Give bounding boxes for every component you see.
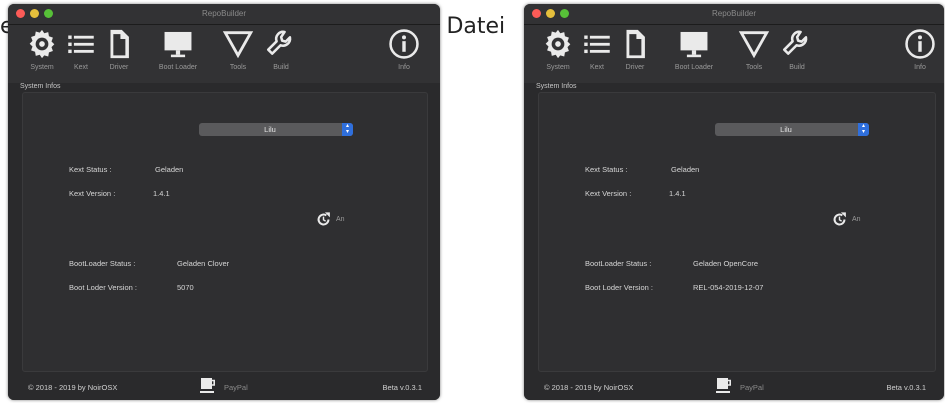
version-text: Beta v.0.3.1 xyxy=(382,383,422,392)
system-infos-panel: Lilu ▴ ▾ Kext Status : Geladen Kext Versi… xyxy=(538,92,936,372)
boot-version-value: REL-054-2019-12-07 xyxy=(693,283,764,292)
document-icon xyxy=(110,29,129,59)
monitor-icon xyxy=(680,31,708,58)
kext-status-value: Geladen xyxy=(671,165,700,174)
kext-version-label: Kext Version : xyxy=(69,189,116,198)
toolbar-label: Boot Loader xyxy=(158,64,198,71)
section-label: System Infos xyxy=(20,83,61,90)
bootloader-status-value: Geladen OpenCore xyxy=(693,259,759,268)
toolbar-label: Build xyxy=(273,64,289,71)
list-icon xyxy=(68,35,94,54)
toolbar-label: Info xyxy=(914,64,926,71)
paypal-label: PayPal xyxy=(224,383,248,392)
toolbar-label: Tools xyxy=(745,64,763,71)
gear-icon xyxy=(545,29,571,59)
toolbar-info-button[interactable]: Info xyxy=(384,27,424,71)
refresh-icon xyxy=(317,212,330,226)
toolbar-label: Build xyxy=(789,64,805,71)
boot-version-value: 5070 xyxy=(177,283,194,292)
paypal-label: PayPal xyxy=(740,383,764,392)
list-icon xyxy=(584,35,610,54)
copyright-text: © 2018 - 2019 by NoirOSX xyxy=(28,383,118,392)
kext-dropdown[interactable]: Lilu ▴ ▾ xyxy=(199,123,353,136)
footer: © 2018 - 2019 by NoirOSX PayPal Beta v.0… xyxy=(524,374,944,400)
kext-status-label: Kext Status : xyxy=(585,165,628,174)
toolbar-system-button[interactable]: System xyxy=(20,27,64,71)
kext-dropdown[interactable]: Lilu ▴ ▾ xyxy=(715,123,869,136)
coffee-cup-icon xyxy=(716,378,731,393)
toolbar-boot-loader-button[interactable]: Boot Loader xyxy=(664,27,724,71)
system-infos-panel: Lilu ▴ ▾ Kext Status : Geladen Kext Versi… xyxy=(22,92,428,372)
footer: © 2018 - 2019 by NoirOSX PayPal Beta v.0… xyxy=(8,374,440,400)
bootloader-status-label: BootLoader Status : xyxy=(585,259,652,268)
info-icon xyxy=(905,29,935,59)
coffee-cup-icon xyxy=(200,378,215,393)
wrench-icon xyxy=(266,30,292,55)
toolbar-boot-loader-button[interactable]: Boot Loader xyxy=(148,27,208,71)
document-icon xyxy=(626,29,645,59)
toolbar-build-button[interactable]: Build xyxy=(262,27,300,71)
toolbar-label: System xyxy=(546,64,570,71)
triangle-icon xyxy=(738,31,770,59)
toolbar-driver-button[interactable]: Driver xyxy=(100,27,138,71)
toolbar-label: System xyxy=(30,64,54,71)
toolbar-label: Driver xyxy=(109,64,129,71)
refresh-button[interactable]: An xyxy=(831,211,861,228)
toolbar: System Kext Driver Boot Loader Tools Bui… xyxy=(8,25,440,83)
toolbar-info-button[interactable]: Info xyxy=(900,27,940,71)
toolbar-kext-button[interactable]: Kext xyxy=(580,27,614,71)
toolbar-label: Tools xyxy=(229,64,247,71)
refresh-label: An xyxy=(852,216,861,223)
wrench-icon xyxy=(782,30,808,55)
bootloader-status-label: BootLoader Status : xyxy=(69,259,136,268)
repobuilder-window-opencore: RepoBuilder System Kext Driver Boot Load… xyxy=(524,4,944,400)
toolbar-kext-button[interactable]: Kext xyxy=(64,27,98,71)
chevron-updown-icon: ▴ ▾ xyxy=(342,123,353,136)
repobuilder-window-clover: RepoBuilder System Kext Driver Boot Load… xyxy=(8,4,440,400)
boot-version-label: Boot Loder Version : xyxy=(69,283,137,292)
window-title: RepoBuilder xyxy=(711,9,757,18)
title-bar[interactable]: RepoBuilder xyxy=(8,4,440,25)
triangle-icon xyxy=(222,31,254,59)
chevron-updown-icon: ▴ ▾ xyxy=(858,123,869,136)
toolbar-tools-button[interactable]: Tools xyxy=(734,27,774,71)
kext-dropdown-value: Lilu xyxy=(264,125,276,134)
copyright-text: © 2018 - 2019 by NoirOSX xyxy=(544,383,634,392)
title-bar[interactable]: RepoBuilder xyxy=(524,4,944,25)
paypal-button[interactable]: PayPal xyxy=(716,377,764,394)
toolbar-label: Info xyxy=(398,64,410,71)
section-label: System Infos xyxy=(536,83,577,90)
toolbar-label: Kext xyxy=(589,64,604,71)
toolbar-label: Kext xyxy=(73,64,88,71)
toolbar-driver-button[interactable]: Driver xyxy=(616,27,654,71)
kext-dropdown-value: Lilu xyxy=(780,125,792,134)
toolbar-system-button[interactable]: System xyxy=(536,27,580,71)
monitor-icon xyxy=(164,31,192,58)
bootloader-status-value: Geladen Clover xyxy=(177,259,230,268)
kext-version-label: Kext Version : xyxy=(585,189,632,198)
gear-icon xyxy=(29,29,55,59)
version-text: Beta v.0.3.1 xyxy=(886,383,926,392)
toolbar-tools-button[interactable]: Tools xyxy=(218,27,258,71)
toolbar-build-button[interactable]: Build xyxy=(778,27,816,71)
refresh-label: An xyxy=(336,216,345,223)
boot-version-label: Boot Loder Version : xyxy=(585,283,653,292)
refresh-icon xyxy=(833,212,846,226)
paypal-button[interactable]: PayPal xyxy=(200,377,248,394)
toolbar-label: Boot Loader xyxy=(674,64,714,71)
info-icon xyxy=(389,29,419,59)
kext-version-value: 1.4.1 xyxy=(153,189,170,198)
refresh-button[interactable]: An xyxy=(315,211,345,228)
toolbar-label: Driver xyxy=(625,64,645,71)
window-title: RepoBuilder xyxy=(201,9,247,18)
kext-version-value: 1.4.1 xyxy=(669,189,686,198)
kext-status-value: Geladen xyxy=(155,165,184,174)
toolbar: System Kext Driver Boot Loader Tools Bui… xyxy=(524,25,944,83)
kext-status-label: Kext Status : xyxy=(69,165,112,174)
